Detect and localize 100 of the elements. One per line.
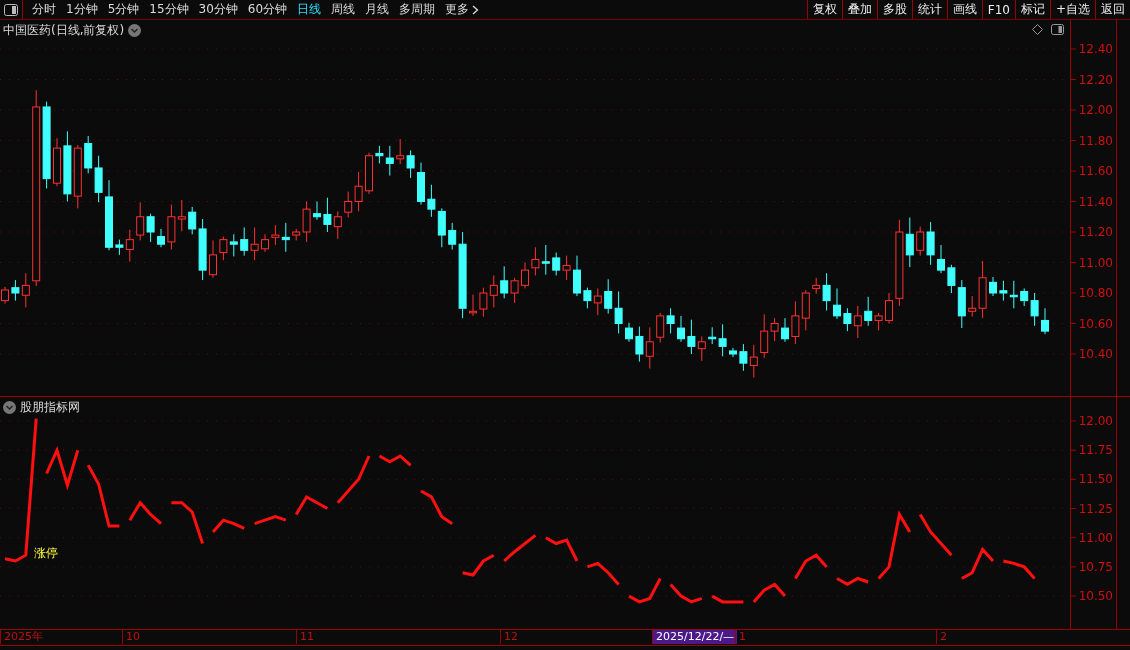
- date-label: 2: [936, 630, 950, 644]
- date-label: 11: [296, 630, 317, 644]
- candle: [729, 347, 737, 358]
- candle: [177, 199, 186, 232]
- candle: [84, 135, 93, 174]
- candle: [105, 179, 113, 251]
- candle: [489, 274, 498, 308]
- candle: [437, 207, 446, 248]
- price-label: 10.60: [1078, 316, 1113, 331]
- indicator-value-label: 11.75: [1078, 443, 1113, 458]
- candle: [229, 233, 238, 257]
- candle: [552, 252, 561, 276]
- candle: [521, 262, 529, 289]
- candle: [261, 233, 269, 253]
- candle: [500, 265, 509, 299]
- candle: [479, 287, 488, 318]
- indicator-value-label: 11.50: [1078, 472, 1113, 487]
- candle: [562, 255, 571, 281]
- period-tab[interactable]: 分时: [27, 0, 61, 19]
- price-label: 10.80: [1078, 286, 1113, 300]
- candle: [427, 184, 436, 218]
- candle: [219, 236, 228, 261]
- candle: [937, 244, 945, 274]
- candle: [323, 197, 332, 233]
- candle: [1041, 307, 1049, 335]
- candle: [167, 204, 176, 251]
- chevron-right-icon: [472, 4, 480, 15]
- diamond-icon[interactable]: [1032, 24, 1043, 35]
- candle: [240, 226, 249, 257]
- candle: [791, 300, 800, 345]
- candle: [510, 277, 519, 304]
- period-tab[interactable]: 多周期: [394, 0, 441, 19]
- period-tab[interactable]: 周线: [326, 0, 361, 19]
- candle: [531, 246, 540, 276]
- period-tab[interactable]: 1分钟: [61, 0, 103, 19]
- date-label: 10: [122, 630, 143, 644]
- candle: [136, 201, 145, 241]
- candle: [677, 315, 685, 343]
- price-label: 11.00: [1078, 255, 1113, 270]
- period-tab[interactable]: 月线: [360, 0, 395, 19]
- price-label: 11.80: [1078, 133, 1113, 148]
- candle: [1009, 280, 1018, 309]
- candle: [73, 144, 82, 209]
- candle: [999, 280, 1008, 302]
- price-label: 11.60: [1078, 164, 1113, 178]
- indicator-value-label: 11.25: [1078, 501, 1113, 516]
- candle: [625, 322, 633, 343]
- candle: [417, 162, 425, 206]
- panel-toggle-icon[interactable]: [1051, 24, 1064, 35]
- price-label: 12.00: [1078, 103, 1113, 117]
- date-label: 1: [735, 630, 749, 644]
- candle: [541, 244, 550, 276]
- signal-label: 涨停: [34, 545, 58, 562]
- candle: [365, 152, 373, 195]
- candle: [614, 291, 623, 334]
- date-label: 12: [500, 630, 521, 644]
- date-label: 2025年: [0, 630, 46, 644]
- period-tab[interactable]: 30分钟: [193, 0, 243, 19]
- candle: [281, 222, 290, 253]
- period-tab[interactable]: 日线: [292, 0, 327, 19]
- period-tab[interactable]: 60分钟: [242, 0, 293, 19]
- period-tab[interactable]: 5分钟: [102, 0, 145, 19]
- date-label: 2025/12/22/—: [652, 630, 738, 644]
- indicator-value-label: 10.50: [1078, 589, 1113, 604]
- candle: [583, 287, 592, 309]
- candle: [406, 149, 415, 179]
- candle: [781, 317, 789, 343]
- candle: [209, 239, 217, 279]
- chevron-down-icon[interactable]: [128, 24, 142, 37]
- candle: [853, 305, 862, 339]
- candle: [396, 138, 405, 165]
- indicator-value-label: 10.75: [1078, 559, 1113, 574]
- candle: [645, 326, 654, 369]
- candle: [687, 319, 696, 355]
- candle: [697, 335, 706, 362]
- candle: [469, 294, 477, 317]
- candle: [801, 289, 810, 331]
- candle: [833, 287, 841, 320]
- candle: [573, 255, 581, 297]
- period-tab[interactable]: 15分钟: [144, 0, 194, 19]
- candle: [593, 287, 602, 316]
- panel-toggle-icon[interactable]: [4, 3, 18, 16]
- candle: [989, 276, 997, 297]
- price-label: 11.40: [1078, 194, 1113, 209]
- candle: [250, 226, 259, 261]
- candle: [739, 343, 748, 372]
- indicator-title: 股朋指标网: [20, 399, 80, 416]
- candle: [656, 312, 665, 344]
- chevron-down-icon[interactable]: [3, 401, 16, 414]
- candle: [749, 344, 758, 379]
- period-tab[interactable]: 更多: [440, 0, 485, 19]
- candle: [843, 307, 852, 332]
- candle: [146, 213, 155, 243]
- candle: [885, 292, 893, 324]
- candle: [94, 155, 103, 203]
- chart-title: 中国医药(日线,前复权): [3, 22, 125, 39]
- candle: [666, 307, 675, 334]
- candle: [333, 210, 342, 240]
- candle: [604, 278, 613, 315]
- price-label: 11.20: [1078, 225, 1113, 239]
